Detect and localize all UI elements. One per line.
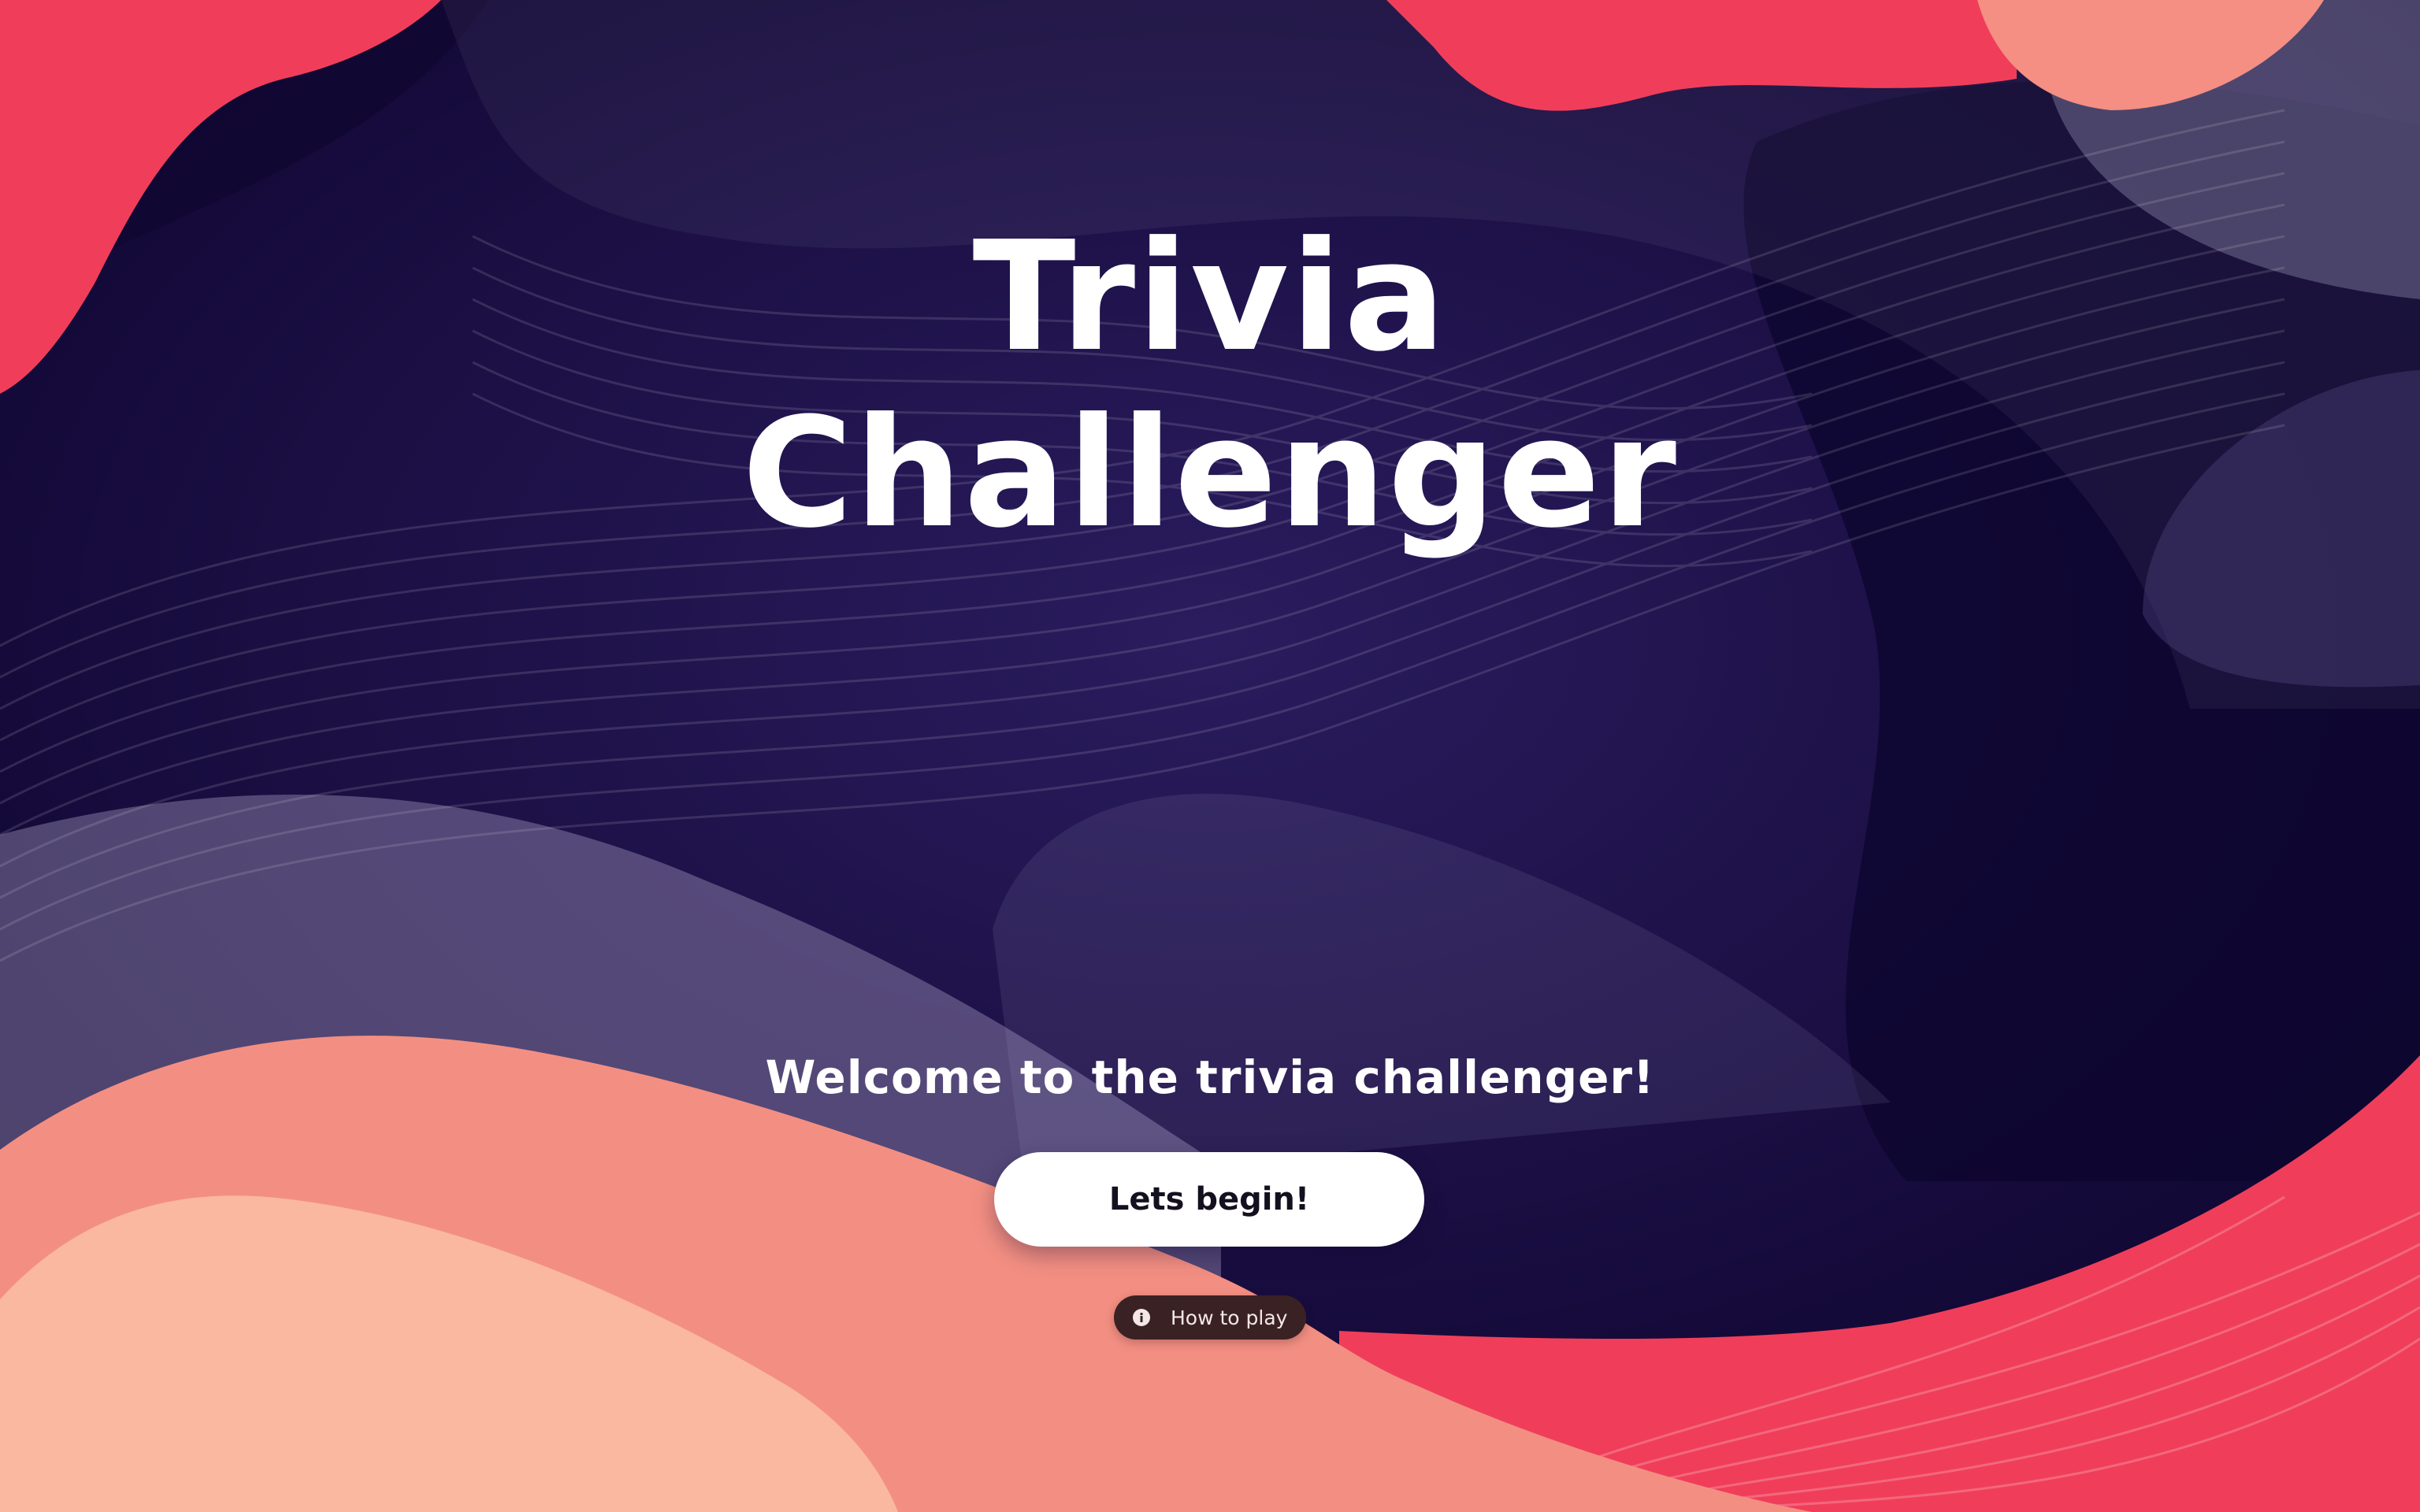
landing-screen: Trivia Challenger Welcome to the trivia … [0,0,2420,1512]
how-to-play-button[interactable]: How to play [1114,1295,1306,1340]
title-line-2: Challenger [741,386,1679,561]
how-to-play-label: How to play [1171,1306,1288,1329]
title-line-1: Trivia [972,209,1448,385]
lets-begin-button[interactable]: Lets begin! [994,1152,1424,1247]
info-icon [1133,1309,1150,1326]
welcome-message: Welcome to the trivia challenger! [765,1051,1655,1104]
